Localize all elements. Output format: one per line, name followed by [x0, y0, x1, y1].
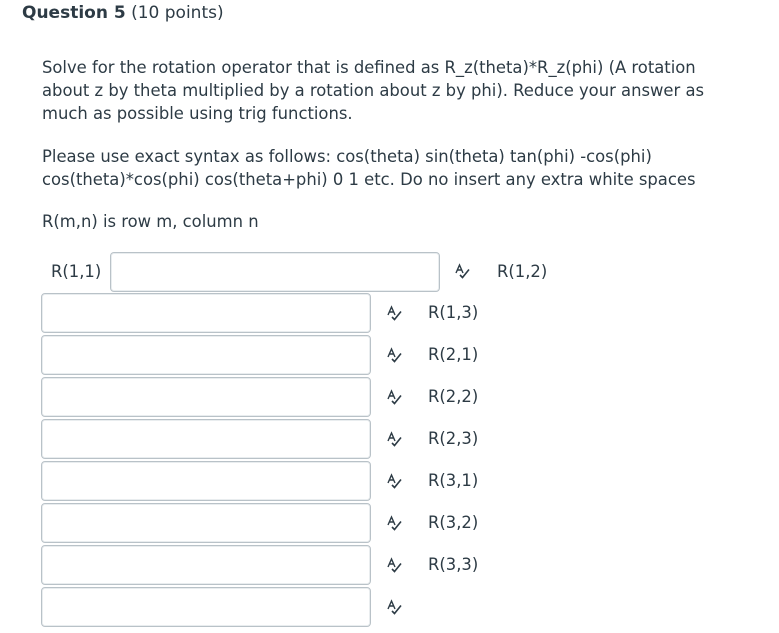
spellcheck-icon[interactable] — [386, 431, 402, 447]
label-r32: R(3,2) — [428, 513, 479, 532]
question-number: Question 5 — [22, 3, 126, 23]
spellcheck-icon[interactable] — [386, 557, 402, 573]
spellcheck-icon[interactable] — [386, 473, 402, 489]
spellcheck-icon[interactable] — [386, 389, 402, 405]
label-r22: R(2,2) — [428, 387, 479, 406]
question-points: (10 points) — [131, 3, 224, 23]
label-r11: R(1,1) — [51, 262, 102, 281]
prompt-line: Solve for the rotation operator that is … — [42, 58, 696, 77]
label-r12: R(1,2) — [497, 262, 548, 281]
answer-input-r11[interactable] — [110, 252, 440, 292]
answer-input-r31[interactable] — [41, 503, 371, 543]
answer-input-r23[interactable] — [41, 461, 371, 501]
answer-input-r12[interactable] — [41, 293, 371, 333]
label-r31: R(3,1) — [428, 471, 479, 490]
spellcheck-icon[interactable] — [386, 305, 402, 321]
syntax-line: cos(theta)*cos(phi) cos(theta+phi) 0 1 e… — [42, 170, 696, 189]
label-r33: R(3,3) — [428, 555, 479, 574]
label-r23: R(2,3) — [428, 429, 479, 448]
spellcheck-icon[interactable] — [454, 263, 470, 279]
spellcheck-icon[interactable] — [386, 515, 402, 531]
row-column-note: R(m,n) is row m, column n — [42, 212, 259, 231]
prompt-line: about z by theta multiplied by a rotatio… — [42, 81, 705, 100]
spellcheck-icon[interactable] — [386, 599, 402, 615]
question-title: Question 5 (10 points) — [22, 3, 224, 23]
answer-input-r22[interactable] — [41, 419, 371, 459]
label-r21: R(2,1) — [428, 345, 479, 364]
answer-input-r13[interactable] — [41, 335, 371, 375]
answer-input-r21[interactable] — [41, 377, 371, 417]
answer-input-r32[interactable] — [41, 545, 371, 585]
spellcheck-icon[interactable] — [386, 347, 402, 363]
label-r13: R(1,3) — [428, 303, 479, 322]
syntax-line: Please use exact syntax as follows: cos(… — [42, 147, 652, 166]
prompt-line: much as possible using trig functions. — [42, 104, 353, 123]
answer-input-r33[interactable] — [41, 587, 371, 627]
